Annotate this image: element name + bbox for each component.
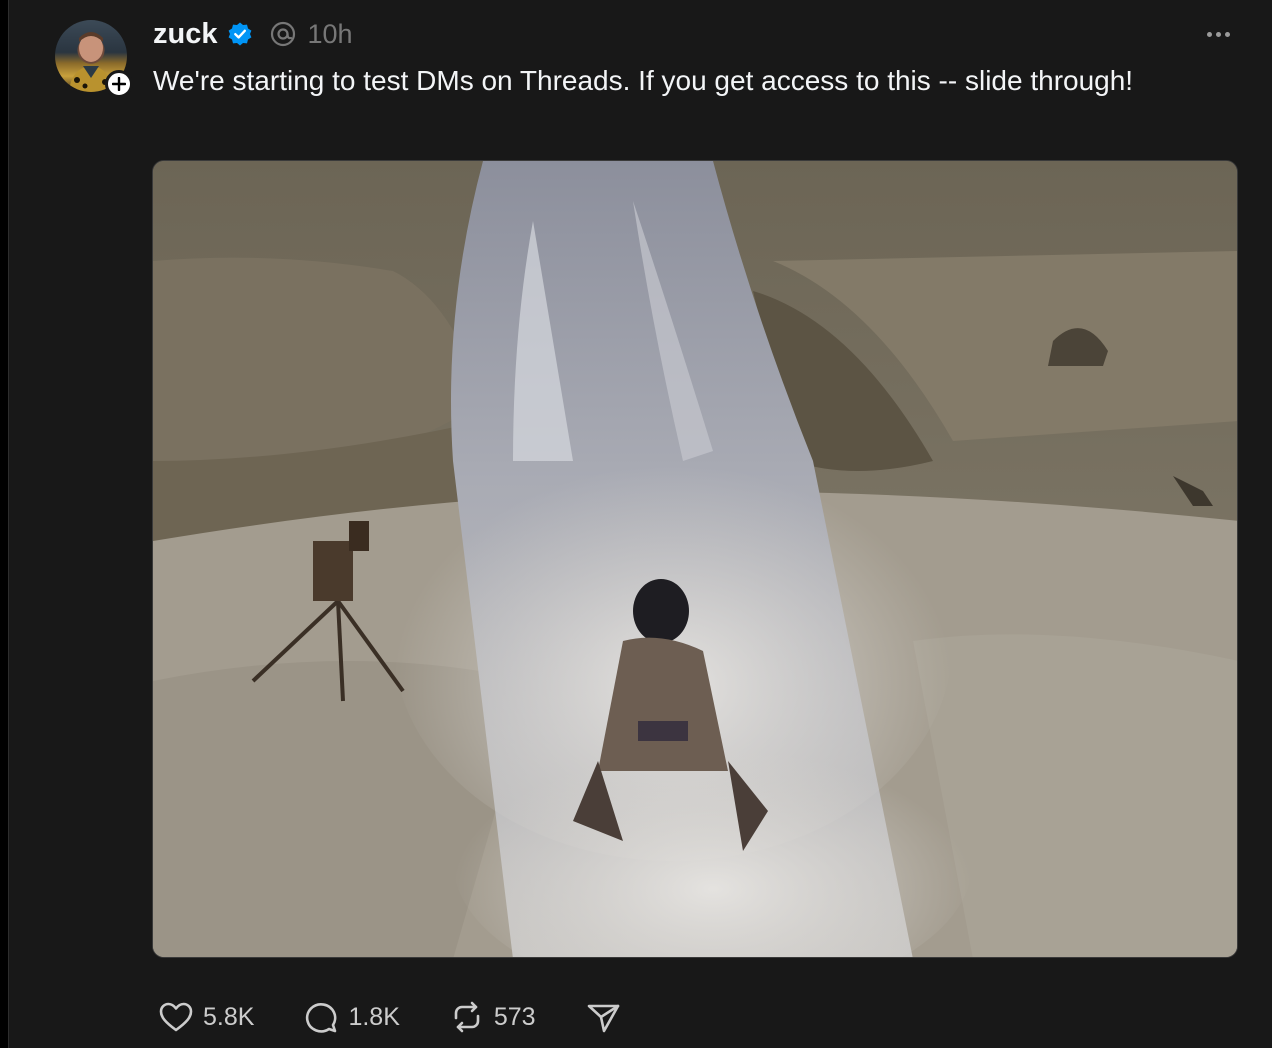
post-text: We're starting to test DMs on Threads. I… [153, 65, 1134, 96]
verified-badge-icon [227, 21, 253, 47]
username-link[interactable]: zuck [153, 18, 217, 51]
comment-icon [306, 1003, 337, 1033]
reply-button[interactable]: 1.8K [302, 998, 400, 1036]
follow-plus-icon[interactable] [105, 70, 133, 98]
post-timestamp[interactable]: 10h [307, 19, 352, 50]
post-video[interactable] [152, 160, 1238, 958]
video-frame-illustration [153, 161, 1237, 957]
send-icon [587, 1004, 619, 1033]
like-button[interactable]: 5.8K [157, 998, 254, 1036]
reply-count: 1.8K [348, 1002, 400, 1031]
action-bar: 5.8K 1.8K 573 [157, 994, 670, 1040]
repost-button[interactable]: 573 [448, 998, 536, 1036]
repost-icon [454, 1001, 480, 1033]
like-count: 5.8K [203, 1002, 255, 1031]
thread-post: zuck 10h We're starting to test DMs on T… [8, 0, 1272, 1048]
repost-count: 573 [493, 1002, 536, 1031]
more-options-icon[interactable] [1201, 22, 1235, 46]
heart-icon [159, 1002, 193, 1032]
post-header: zuck 10h [153, 14, 353, 54]
threads-logo-icon [269, 20, 297, 48]
avatar-container[interactable] [55, 20, 135, 98]
share-button[interactable] [584, 998, 622, 1036]
